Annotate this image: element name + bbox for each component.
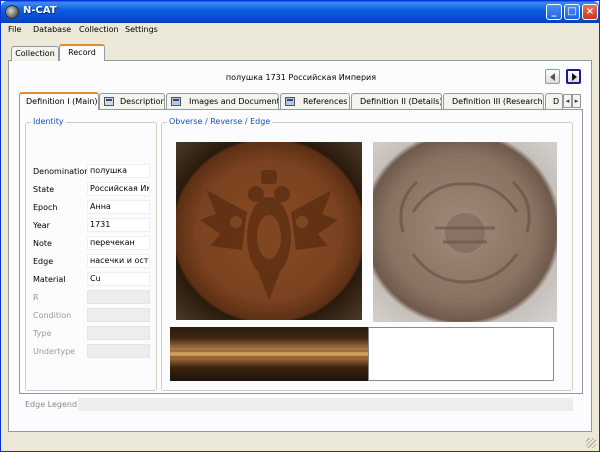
- reverse-image[interactable]: [373, 142, 557, 322]
- resize-grip-icon[interactable]: [586, 438, 596, 448]
- tab-label: Description: [120, 97, 165, 106]
- tab-label: Definition II (Details): [360, 97, 442, 106]
- tab-definition-main[interactable]: Definition I (Main): [19, 92, 99, 110]
- note-label: Note: [33, 239, 52, 248]
- double-eagle-icon: [200, 170, 338, 300]
- tab-definition-research[interactable]: Definition III (Research): [443, 93, 544, 109]
- tab-definition-details[interactable]: Definition II (Details): [351, 93, 442, 109]
- title-bar[interactable]: N-CAT _ □ ×: [1, 1, 599, 23]
- images-group-label: Obverse / Reverse / Edge: [167, 117, 273, 126]
- tab-scroll-right[interactable]: ▸: [572, 94, 581, 108]
- edge-field[interactable]: насечки и остат: [87, 254, 150, 268]
- close-button[interactable]: ×: [582, 4, 598, 20]
- menu-collection[interactable]: Collection: [79, 25, 119, 34]
- year-label: Year: [33, 221, 50, 230]
- maximize-button[interactable]: □: [564, 4, 580, 20]
- denomination-field[interactable]: полушка: [87, 164, 150, 178]
- type-field: [87, 326, 150, 340]
- tab-record[interactable]: Record: [59, 44, 105, 61]
- tab-collection[interactable]: Collection: [11, 46, 59, 61]
- next-record-button[interactable]: [566, 69, 581, 84]
- note-field[interactable]: перечекан: [87, 236, 150, 250]
- edge-label: Edge: [33, 257, 54, 266]
- window-title: N-CAT: [23, 5, 57, 16]
- edge-legend-label: Edge Legend: [25, 400, 78, 409]
- epoch-field[interactable]: Анна: [87, 200, 150, 214]
- document-icon: [285, 97, 295, 106]
- tab-label: References: [303, 97, 348, 106]
- tab-label: Definition I (Main): [26, 97, 98, 106]
- tab-truncated[interactable]: D: [545, 93, 563, 109]
- rarity-field: [87, 290, 150, 304]
- tab-images-documents[interactable]: Images and Documents: [166, 93, 279, 109]
- material-field[interactable]: Cu: [87, 272, 150, 286]
- empty-image-slot[interactable]: [368, 327, 554, 381]
- rarity-label: R: [33, 293, 39, 302]
- arrow-right-icon: [572, 73, 577, 81]
- tab-references[interactable]: References: [280, 93, 350, 109]
- tab-scroll-left[interactable]: ◂: [563, 94, 572, 108]
- type-label: Type: [33, 329, 52, 338]
- previous-record-button[interactable]: [545, 69, 560, 84]
- tab-description[interactable]: Description: [99, 93, 165, 109]
- record-title: полушка 1731 Российская Империя: [225, 73, 377, 82]
- year-field[interactable]: 1731: [87, 218, 150, 232]
- tab-label: D: [553, 97, 560, 106]
- menu-file[interactable]: File: [8, 25, 21, 34]
- identity-group-label: Identity: [31, 117, 66, 126]
- app-window: N-CAT _ □ × File Database Collection Set…: [0, 0, 600, 452]
- tab-label: Definition III (Research): [452, 97, 544, 106]
- arrow-left-icon: [550, 73, 555, 81]
- epoch-label: Epoch: [33, 203, 58, 212]
- document-icon: [171, 97, 181, 106]
- coin-reverse-icon: [399, 180, 531, 284]
- edge-legend-field: [78, 398, 573, 411]
- obverse-image[interactable]: [176, 142, 362, 320]
- material-label: Material: [33, 275, 66, 284]
- condition-label: Condition: [33, 311, 72, 320]
- condition-field: [87, 308, 150, 322]
- coin-edge-icon: [170, 350, 369, 358]
- state-label: State: [33, 185, 55, 194]
- menu-settings[interactable]: Settings: [125, 25, 158, 34]
- app-coin-icon: [5, 5, 19, 19]
- denomination-label: Denomination: [33, 167, 90, 176]
- minimize-button[interactable]: _: [546, 4, 562, 20]
- tab-label: Images and Documents: [189, 97, 279, 106]
- state-field[interactable]: Российская Импе: [87, 182, 150, 196]
- edge-image[interactable]: [170, 327, 369, 381]
- menu-bar: File Database Collection Settings: [2, 23, 598, 38]
- menu-database[interactable]: Database: [33, 25, 71, 34]
- undertype-label: Undertype: [33, 347, 76, 356]
- undertype-field: [87, 344, 150, 358]
- edit-icon: [104, 97, 114, 106]
